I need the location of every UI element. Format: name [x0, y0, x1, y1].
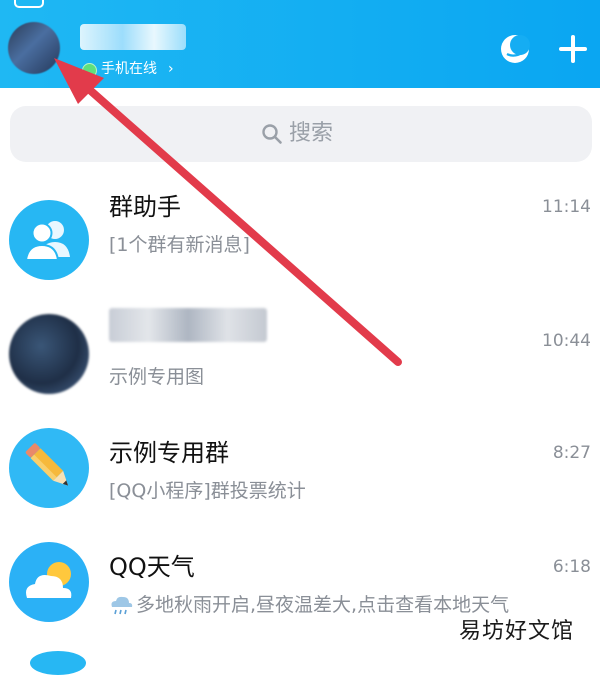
search-bar[interactable]: 搜索	[10, 106, 592, 162]
contact-avatar	[9, 314, 89, 394]
watermark-text: 易坊好文馆	[458, 619, 574, 644]
blurred-contact-name	[109, 308, 267, 342]
chat-time: 8:27	[552, 443, 591, 463]
chat-title: 群助手	[109, 193, 181, 221]
chat-last-message: [QQ小程序]群投票统计	[109, 480, 306, 502]
chat-item-example-group[interactable]: 示例专用群 [QQ小程序]群投票统计 8:27	[0, 422, 600, 536]
chat-item-group-assistant[interactable]: 群助手 [1个群有新消息] 11:14	[0, 176, 600, 290]
chat-last-message: [1个群有新消息]	[109, 234, 250, 256]
online-status-dot	[82, 63, 97, 78]
next-chat-avatar-peek	[30, 651, 86, 675]
group-people-icon	[9, 200, 89, 280]
chat-last-message: 多地秋雨开启,昼夜温差大,点击查看本地天气	[136, 594, 510, 616]
chat-title: QQ天气	[109, 553, 195, 581]
search-placeholder-group: 搜索	[261, 120, 333, 148]
chat-time: 6:18	[552, 557, 591, 577]
top-bar: 手机在线 ›	[0, 0, 600, 88]
cloud-sun-icon	[9, 542, 89, 622]
chat-time: 11:14	[542, 197, 591, 217]
chat-time: 10:44	[542, 331, 591, 351]
search-icon	[262, 124, 282, 144]
plus-icon[interactable]	[556, 32, 590, 66]
rain-cloud-icon	[111, 596, 133, 615]
search-placeholder: 搜索	[289, 121, 334, 146]
online-status-text[interactable]: 手机在线	[101, 59, 157, 79]
status-bar-fragment	[14, 0, 44, 8]
moon-icon[interactable]	[498, 32, 532, 66]
chat-title: 示例专用群	[109, 439, 229, 467]
chat-item-blurred-contact[interactable]: 示例专用图 10:44	[0, 290, 600, 404]
chevron-right-icon[interactable]: ›	[168, 59, 174, 79]
chat-last-message: 示例专用图	[109, 366, 205, 388]
blurred-nickname	[80, 24, 186, 50]
pencil-icon	[9, 428, 89, 508]
user-avatar[interactable]	[8, 22, 60, 74]
